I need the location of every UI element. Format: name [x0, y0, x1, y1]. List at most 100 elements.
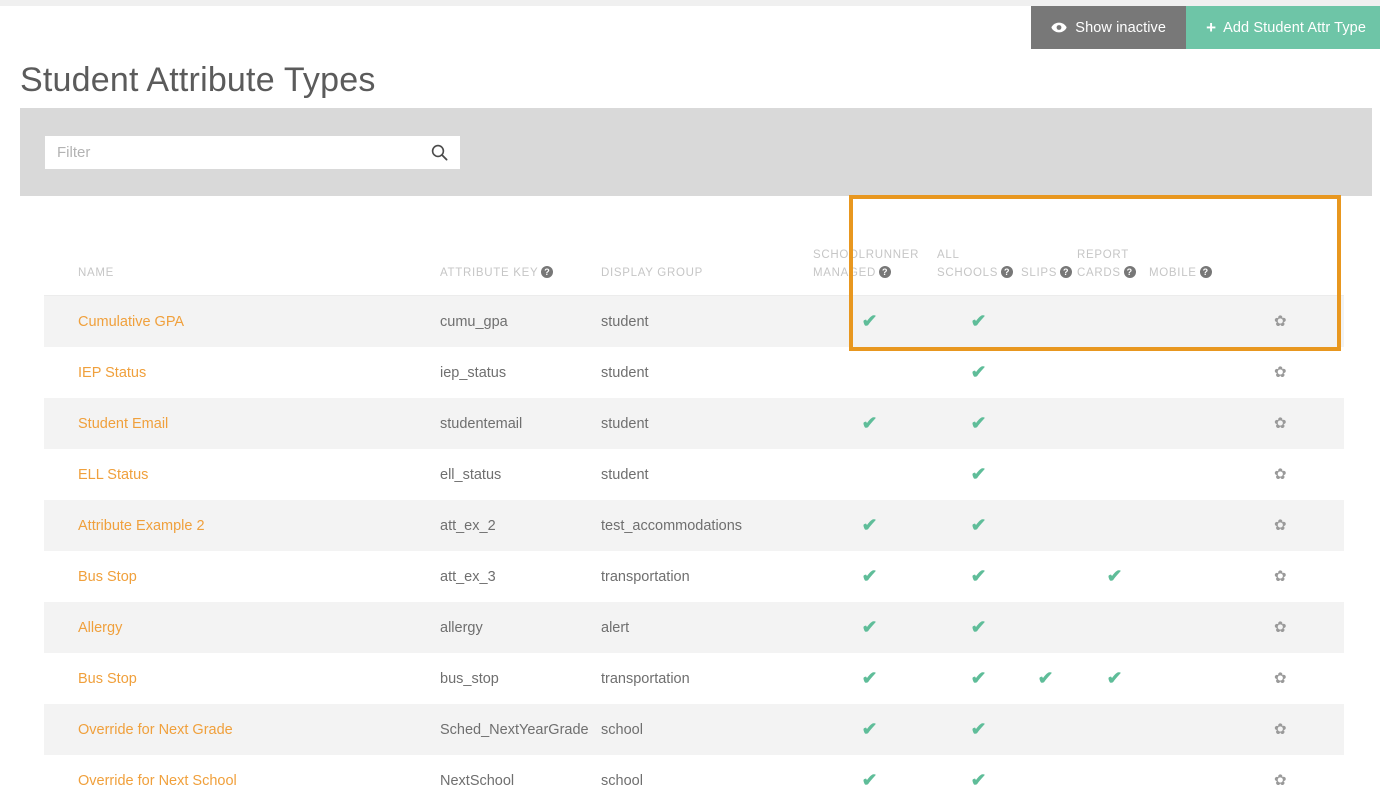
cell-all-schools: ✔	[937, 669, 1021, 688]
add-student-attr-type-button[interactable]: + Add Student Attr Type	[1186, 6, 1380, 49]
cell-display-group: transportation	[601, 568, 690, 585]
help-icon[interactable]: ?	[879, 266, 892, 279]
check-icon: ✔	[970, 771, 987, 787]
attribute-type-link[interactable]: Override for Next Grade	[78, 722, 233, 738]
check-icon: ✔	[970, 465, 987, 484]
attribute-type-link[interactable]: IEP Status	[78, 365, 146, 381]
cell-name: Bus Stop	[44, 671, 440, 687]
cell-name: Attribute Example 2	[44, 518, 440, 534]
cell-slips: ✔	[1021, 669, 1077, 688]
gear-icon[interactable]: ✿	[1274, 467, 1287, 483]
help-icon[interactable]: ?	[1060, 266, 1073, 279]
cell-slips: ✔	[1021, 567, 1077, 586]
cell-actions: ✿	[1246, 671, 1344, 687]
cell-actions: ✿	[1246, 722, 1344, 738]
column-header-schoolrunner-managed[interactable]: SCHOOLRUNNER MANAGED?	[813, 247, 937, 283]
cell-slips: ✔	[1021, 414, 1077, 433]
attribute-type-link[interactable]: Override for Next School	[78, 773, 237, 787]
gear-icon[interactable]: ✿	[1274, 773, 1287, 787]
table-row[interactable]: Attribute Example 2 att_ex_2 test_accommod…	[44, 500, 1344, 551]
column-header-name[interactable]: NAME	[44, 265, 440, 283]
attribute-type-link[interactable]: ELL Status	[78, 467, 148, 483]
attribute-type-link[interactable]: Attribute Example 2	[78, 518, 205, 534]
attribute-type-link[interactable]: Student Email	[78, 416, 168, 432]
gear-icon[interactable]: ✿	[1274, 314, 1287, 330]
cell-slips: ✔	[1021, 516, 1077, 535]
cell-display-group: transportation	[601, 670, 690, 687]
plus-icon: +	[1206, 18, 1217, 37]
help-icon[interactable]: ?	[541, 266, 554, 279]
action-bar: Show inactive + Add Student Attr Type	[1031, 6, 1380, 49]
gear-icon[interactable]: ✿	[1274, 620, 1287, 636]
cell-slips: ✔	[1021, 720, 1077, 739]
cell-name: Cumulative GPA	[44, 314, 440, 330]
cell-attribute-key: cumu_gpa	[440, 313, 508, 330]
show-inactive-label: Show inactive	[1075, 19, 1167, 36]
cell-report-cards: ✔	[1077, 414, 1149, 433]
cell-report-cards: ✔	[1077, 465, 1149, 484]
cell-attribute-key: NextSchool	[440, 772, 515, 787]
cell-name: Allergy	[44, 620, 440, 636]
search-icon[interactable]	[424, 144, 454, 161]
cell-schoolrunner-managed: ✔	[813, 669, 937, 688]
column-header-slips[interactable]: SLIPS?	[1021, 265, 1077, 283]
table-row[interactable]: Student Emailstudentemailstudent✔✔✔✔✔✿	[44, 398, 1344, 449]
cell-all-schools: ✔	[937, 567, 1021, 586]
attribute-type-link[interactable]: Bus Stop	[78, 671, 137, 687]
check-icon: ✔	[1106, 567, 1123, 586]
table-row[interactable]: Bus Stop att_ex_3 transportation ✔ ✔ ✔ ✔ ✔ ✿	[44, 551, 1344, 602]
gear-icon[interactable]: ✿	[1274, 569, 1287, 585]
table-row[interactable]: Bus Stop bus_stop transportation ✔ ✔ ✔ ✔ ✔ ✿	[44, 653, 1344, 704]
cell-all-schools: ✔	[937, 414, 1021, 433]
cell-schoolrunner-managed: ✔	[813, 720, 937, 739]
cell-slips: ✔	[1021, 312, 1077, 331]
cell-name: Bus Stop	[44, 569, 440, 585]
cell-actions: ✿	[1246, 365, 1344, 381]
cell-report-cards: ✔	[1077, 516, 1149, 535]
cell-actions: ✿	[1246, 620, 1344, 636]
show-inactive-button[interactable]: Show inactive	[1031, 6, 1187, 49]
gear-icon[interactable]: ✿	[1274, 722, 1287, 738]
help-icon[interactable]: ?	[1123, 266, 1136, 279]
help-icon[interactable]: ?	[1001, 266, 1014, 279]
cell-mobile: ✔	[1149, 618, 1246, 637]
check-icon: ✔	[970, 312, 987, 331]
cell-name: Student Email	[44, 416, 440, 432]
cell-report-cards: ✔	[1077, 363, 1149, 382]
cell-slips: ✔	[1021, 618, 1077, 637]
filter-input[interactable]	[45, 144, 424, 161]
cell-attribute-key: att_ex_3	[440, 568, 496, 585]
table-row[interactable]: Cumulative GPAcumu_gpastudent✔✔✔✔✔✿	[44, 296, 1344, 347]
gear-icon[interactable]: ✿	[1274, 365, 1287, 381]
cell-schoolrunner-managed: ✔	[813, 414, 937, 433]
cell-schoolrunner-managed: ✔	[813, 363, 937, 382]
column-header-attribute-key[interactable]: ATTRIBUTE KEY?	[440, 265, 601, 283]
check-icon: ✔	[970, 618, 987, 637]
attribute-type-link[interactable]: Cumulative GPA	[78, 314, 184, 330]
cell-actions: ✿	[1246, 416, 1344, 432]
help-icon[interactable]: ?	[1199, 266, 1212, 279]
column-header-display-group[interactable]: DISPLAY GROUP	[601, 265, 813, 283]
gear-icon[interactable]: ✿	[1274, 518, 1287, 534]
table-row[interactable]: IEP Statusiep_statusstudent✔✔✔✔✔✿	[44, 347, 1344, 398]
table-row[interactable]: Override for Next Grade Sched_NextYearGra…	[44, 704, 1344, 755]
cell-attribute-key: ell_status	[440, 466, 502, 483]
column-header-report-cards[interactable]: REPORT CARDS?	[1077, 247, 1149, 283]
table-row[interactable]: ELL Statusell_statusstudent✔✔✔✔✔✿	[44, 449, 1344, 500]
check-icon: ✔	[861, 567, 878, 586]
cell-mobile: ✔	[1149, 312, 1246, 331]
attribute-type-link[interactable]: Allergy	[78, 620, 122, 636]
cell-report-cards: ✔	[1077, 669, 1149, 688]
cell-display-group: alert	[601, 619, 630, 636]
gear-icon[interactable]: ✿	[1274, 671, 1287, 687]
column-header-mobile[interactable]: MOBILE?	[1149, 265, 1246, 283]
check-icon: ✔	[970, 414, 987, 433]
attribute-type-link[interactable]: Bus Stop	[78, 569, 137, 585]
gear-icon[interactable]: ✿	[1274, 416, 1287, 432]
cell-all-schools: ✔	[937, 363, 1021, 382]
table-row[interactable]: Override for Next School NextSchool school…	[44, 755, 1344, 787]
table-row[interactable]: Allergyallergyalert✔✔✔✔✔✿	[44, 602, 1344, 653]
cell-schoolrunner-managed: ✔	[813, 516, 937, 535]
column-header-all-schools[interactable]: ALL SCHOOLS?	[937, 247, 1021, 283]
check-icon: ✔	[970, 363, 987, 382]
